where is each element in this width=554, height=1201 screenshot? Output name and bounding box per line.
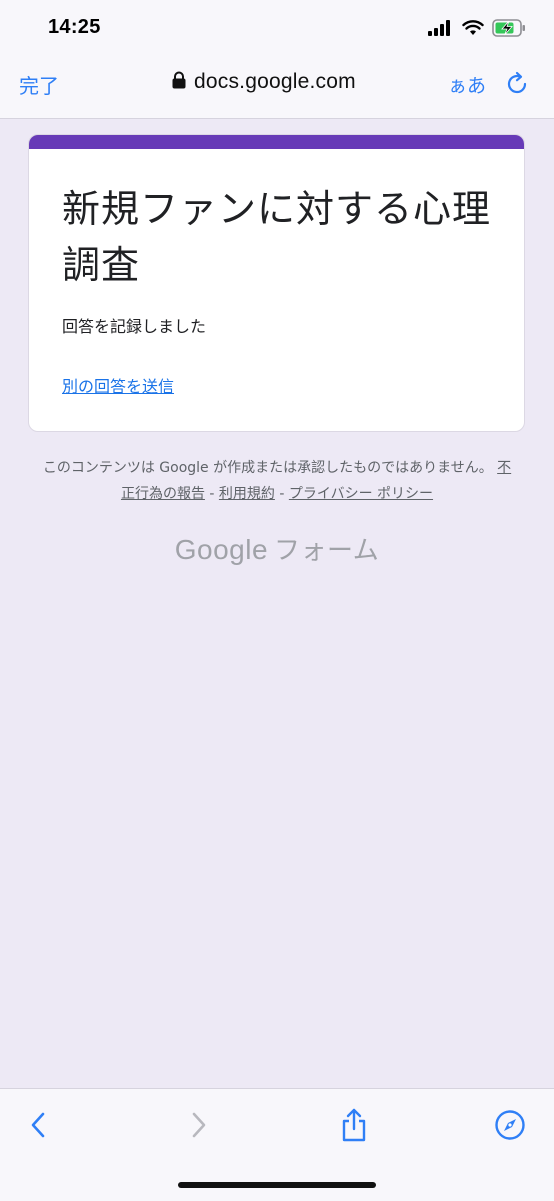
- separator: -: [204, 486, 219, 502]
- form-title: 新規ファンに対する心理調査: [62, 187, 492, 287]
- wifi-icon: [462, 20, 484, 40]
- form-confirmation-card: 新規ファンに対する心理調査 回答を記録しました 別の回答を送信: [28, 134, 525, 432]
- reload-icon: [504, 71, 532, 102]
- disclaimer: このコンテンツは Google が作成または承認したものではありません。 不正行…: [40, 455, 514, 507]
- browser-address-bar: 完了 docs.google.com ぁあ: [0, 56, 554, 119]
- status-icons: [428, 18, 526, 42]
- home-indicator: [178, 1182, 376, 1188]
- disclaimer-text: このコンテンツは Google が作成または承認したものではありません。: [42, 460, 493, 476]
- separator: -: [274, 486, 289, 502]
- url-text: docs.google.com: [194, 70, 356, 93]
- battery-charging-icon: [492, 19, 526, 41]
- open-in-safari-button[interactable]: [492, 1109, 528, 1145]
- google-forms-logo[interactable]: Google フォーム: [0, 530, 554, 567]
- safari-compass-icon: [494, 1109, 526, 1145]
- signal-icon: [428, 20, 454, 40]
- lock-icon: [172, 71, 186, 93]
- reload-button[interactable]: [504, 70, 532, 98]
- forward-icon: [188, 1110, 208, 1144]
- back-button[interactable]: [21, 1109, 57, 1145]
- share-icon: [339, 1108, 369, 1146]
- logo-google-text: Google: [174, 534, 269, 565]
- confirmation-message: 回答を記録しました: [62, 317, 207, 336]
- url-display[interactable]: docs.google.com: [172, 70, 356, 94]
- back-icon: [29, 1110, 49, 1144]
- terms-link[interactable]: 利用規約: [219, 486, 275, 502]
- forward-button[interactable]: [180, 1109, 216, 1145]
- logo-forms-text: フォーム: [274, 536, 380, 566]
- privacy-policy-link[interactable]: プライバシー ポリシー: [289, 486, 433, 502]
- text-size-button[interactable]: ぁあ: [448, 71, 486, 98]
- card-accent-bar: [29, 135, 524, 149]
- status-bar: 14:25: [0, 0, 554, 56]
- done-button[interactable]: 完了: [19, 70, 59, 99]
- share-button[interactable]: [336, 1108, 372, 1146]
- submit-another-response-link[interactable]: 別の回答を送信: [62, 373, 174, 397]
- status-time: 14:25: [48, 16, 101, 38]
